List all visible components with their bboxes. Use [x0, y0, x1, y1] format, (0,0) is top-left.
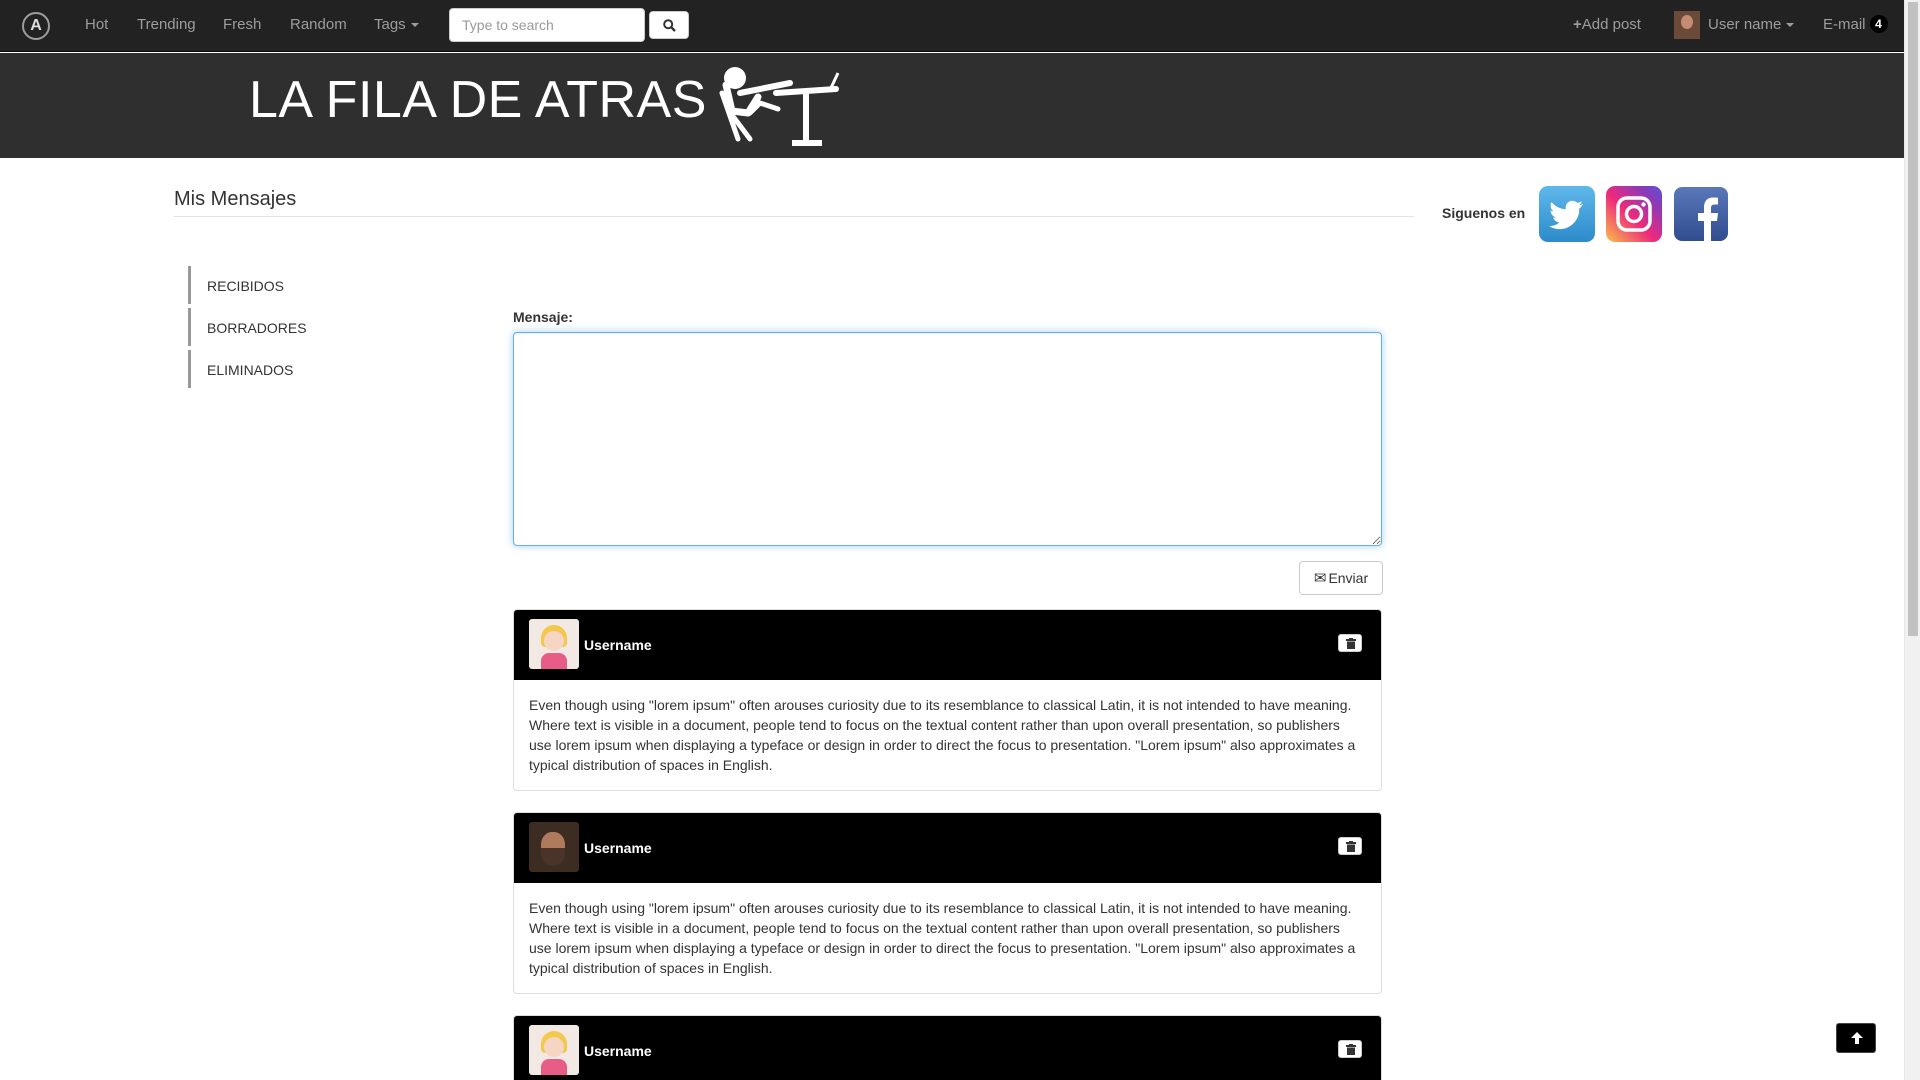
- title-divider: [174, 216, 1414, 217]
- message-header: Username: [514, 1016, 1381, 1080]
- nav-hot-link[interactable]: Hot: [85, 0, 108, 52]
- mailbox-sidebar: RECIBIDOS BORRADORES ELIMINADOS: [188, 266, 388, 392]
- message-text: Even though using "lorem ipsum" often ar…: [529, 697, 1356, 773]
- message-card: Username Even though using "lorem ipsum"…: [513, 812, 1382, 994]
- sidebar-item-eliminados[interactable]: ELIMINADOS: [188, 350, 388, 388]
- top-navbar: A Hot Trending Fresh Random Tags +Add po…: [0, 0, 1904, 52]
- send-button[interactable]: ✉ Enviar: [1299, 561, 1383, 595]
- nav-fresh-link[interactable]: Fresh: [223, 0, 261, 52]
- email-label: E-mail: [1823, 16, 1866, 33]
- message-username: Username: [584, 840, 652, 856]
- trash-icon: [1346, 1044, 1356, 1055]
- search-input[interactable]: [449, 8, 645, 42]
- message-username: Username: [584, 637, 652, 653]
- email-count-badge: 4: [1869, 15, 1888, 33]
- sidebar-item-recibidos[interactable]: RECIBIDOS: [188, 266, 388, 304]
- message-header: Username: [514, 610, 1381, 680]
- message-card: Username: [513, 1015, 1382, 1080]
- arrow-up-icon: [1851, 1032, 1863, 1044]
- delete-message-button[interactable]: [1338, 634, 1362, 652]
- avatar: [529, 1025, 579, 1075]
- avatar: [529, 619, 579, 669]
- plus-icon: +: [1573, 16, 1582, 33]
- scrollbar-thumb[interactable]: [1908, 2, 1918, 636]
- facebook-icon[interactable]: [1673, 186, 1729, 242]
- send-label: Enviar: [1328, 570, 1369, 586]
- user-name-label: User name: [1708, 16, 1782, 33]
- nav-tags-dropdown[interactable]: Tags: [374, 0, 419, 52]
- page-scrollbar[interactable]: [1904, 0, 1920, 1080]
- message-label: Mensaje:: [513, 309, 573, 325]
- user-menu-dropdown[interactable]: User name: [1674, 0, 1795, 52]
- twitter-icon[interactable]: [1539, 186, 1595, 242]
- user-avatar: [1674, 11, 1700, 40]
- search-icon: [663, 19, 676, 32]
- caret-down-icon: [1786, 23, 1795, 28]
- tags-label: Tags: [374, 16, 406, 33]
- sidebar-item-borradores[interactable]: BORRADORES: [188, 308, 388, 346]
- brand-logo-icon[interactable]: A: [22, 12, 50, 40]
- follow-us-label: Siguenos en: [1442, 205, 1526, 221]
- site-banner: LA FILA DE ATRAS: [0, 53, 1904, 158]
- message-textarea[interactable]: [513, 332, 1382, 546]
- delete-message-button[interactable]: [1338, 837, 1362, 855]
- add-post-link[interactable]: +Add post: [1573, 0, 1641, 52]
- message-card: Username Even though using "lorem ipsum"…: [513, 609, 1382, 791]
- search-button[interactable]: [649, 11, 689, 39]
- instagram-icon[interactable]: [1606, 186, 1662, 242]
- message-username: Username: [584, 1043, 652, 1059]
- caret-down-icon: [410, 23, 419, 28]
- avatar: [529, 822, 579, 872]
- site-title: LA FILA DE ATRAS: [249, 71, 707, 129]
- envelope-icon: ✉: [1313, 570, 1327, 587]
- trash-icon: [1346, 841, 1356, 852]
- delete-message-button[interactable]: [1338, 1040, 1362, 1058]
- message-header: Username: [514, 813, 1381, 883]
- add-post-label: Add post: [1581, 16, 1641, 33]
- student-desk-logo-icon: [719, 67, 840, 146]
- nav-trending-link[interactable]: Trending: [137, 0, 196, 52]
- nav-random-link[interactable]: Random: [290, 0, 347, 52]
- page-title: Mis Mensajes: [174, 188, 297, 210]
- trash-icon: [1346, 638, 1356, 649]
- message-text: Even though using "lorem ipsum" often ar…: [529, 900, 1356, 976]
- scroll-to-top-button[interactable]: [1836, 1023, 1876, 1053]
- email-link[interactable]: E-mail 4: [1823, 0, 1888, 52]
